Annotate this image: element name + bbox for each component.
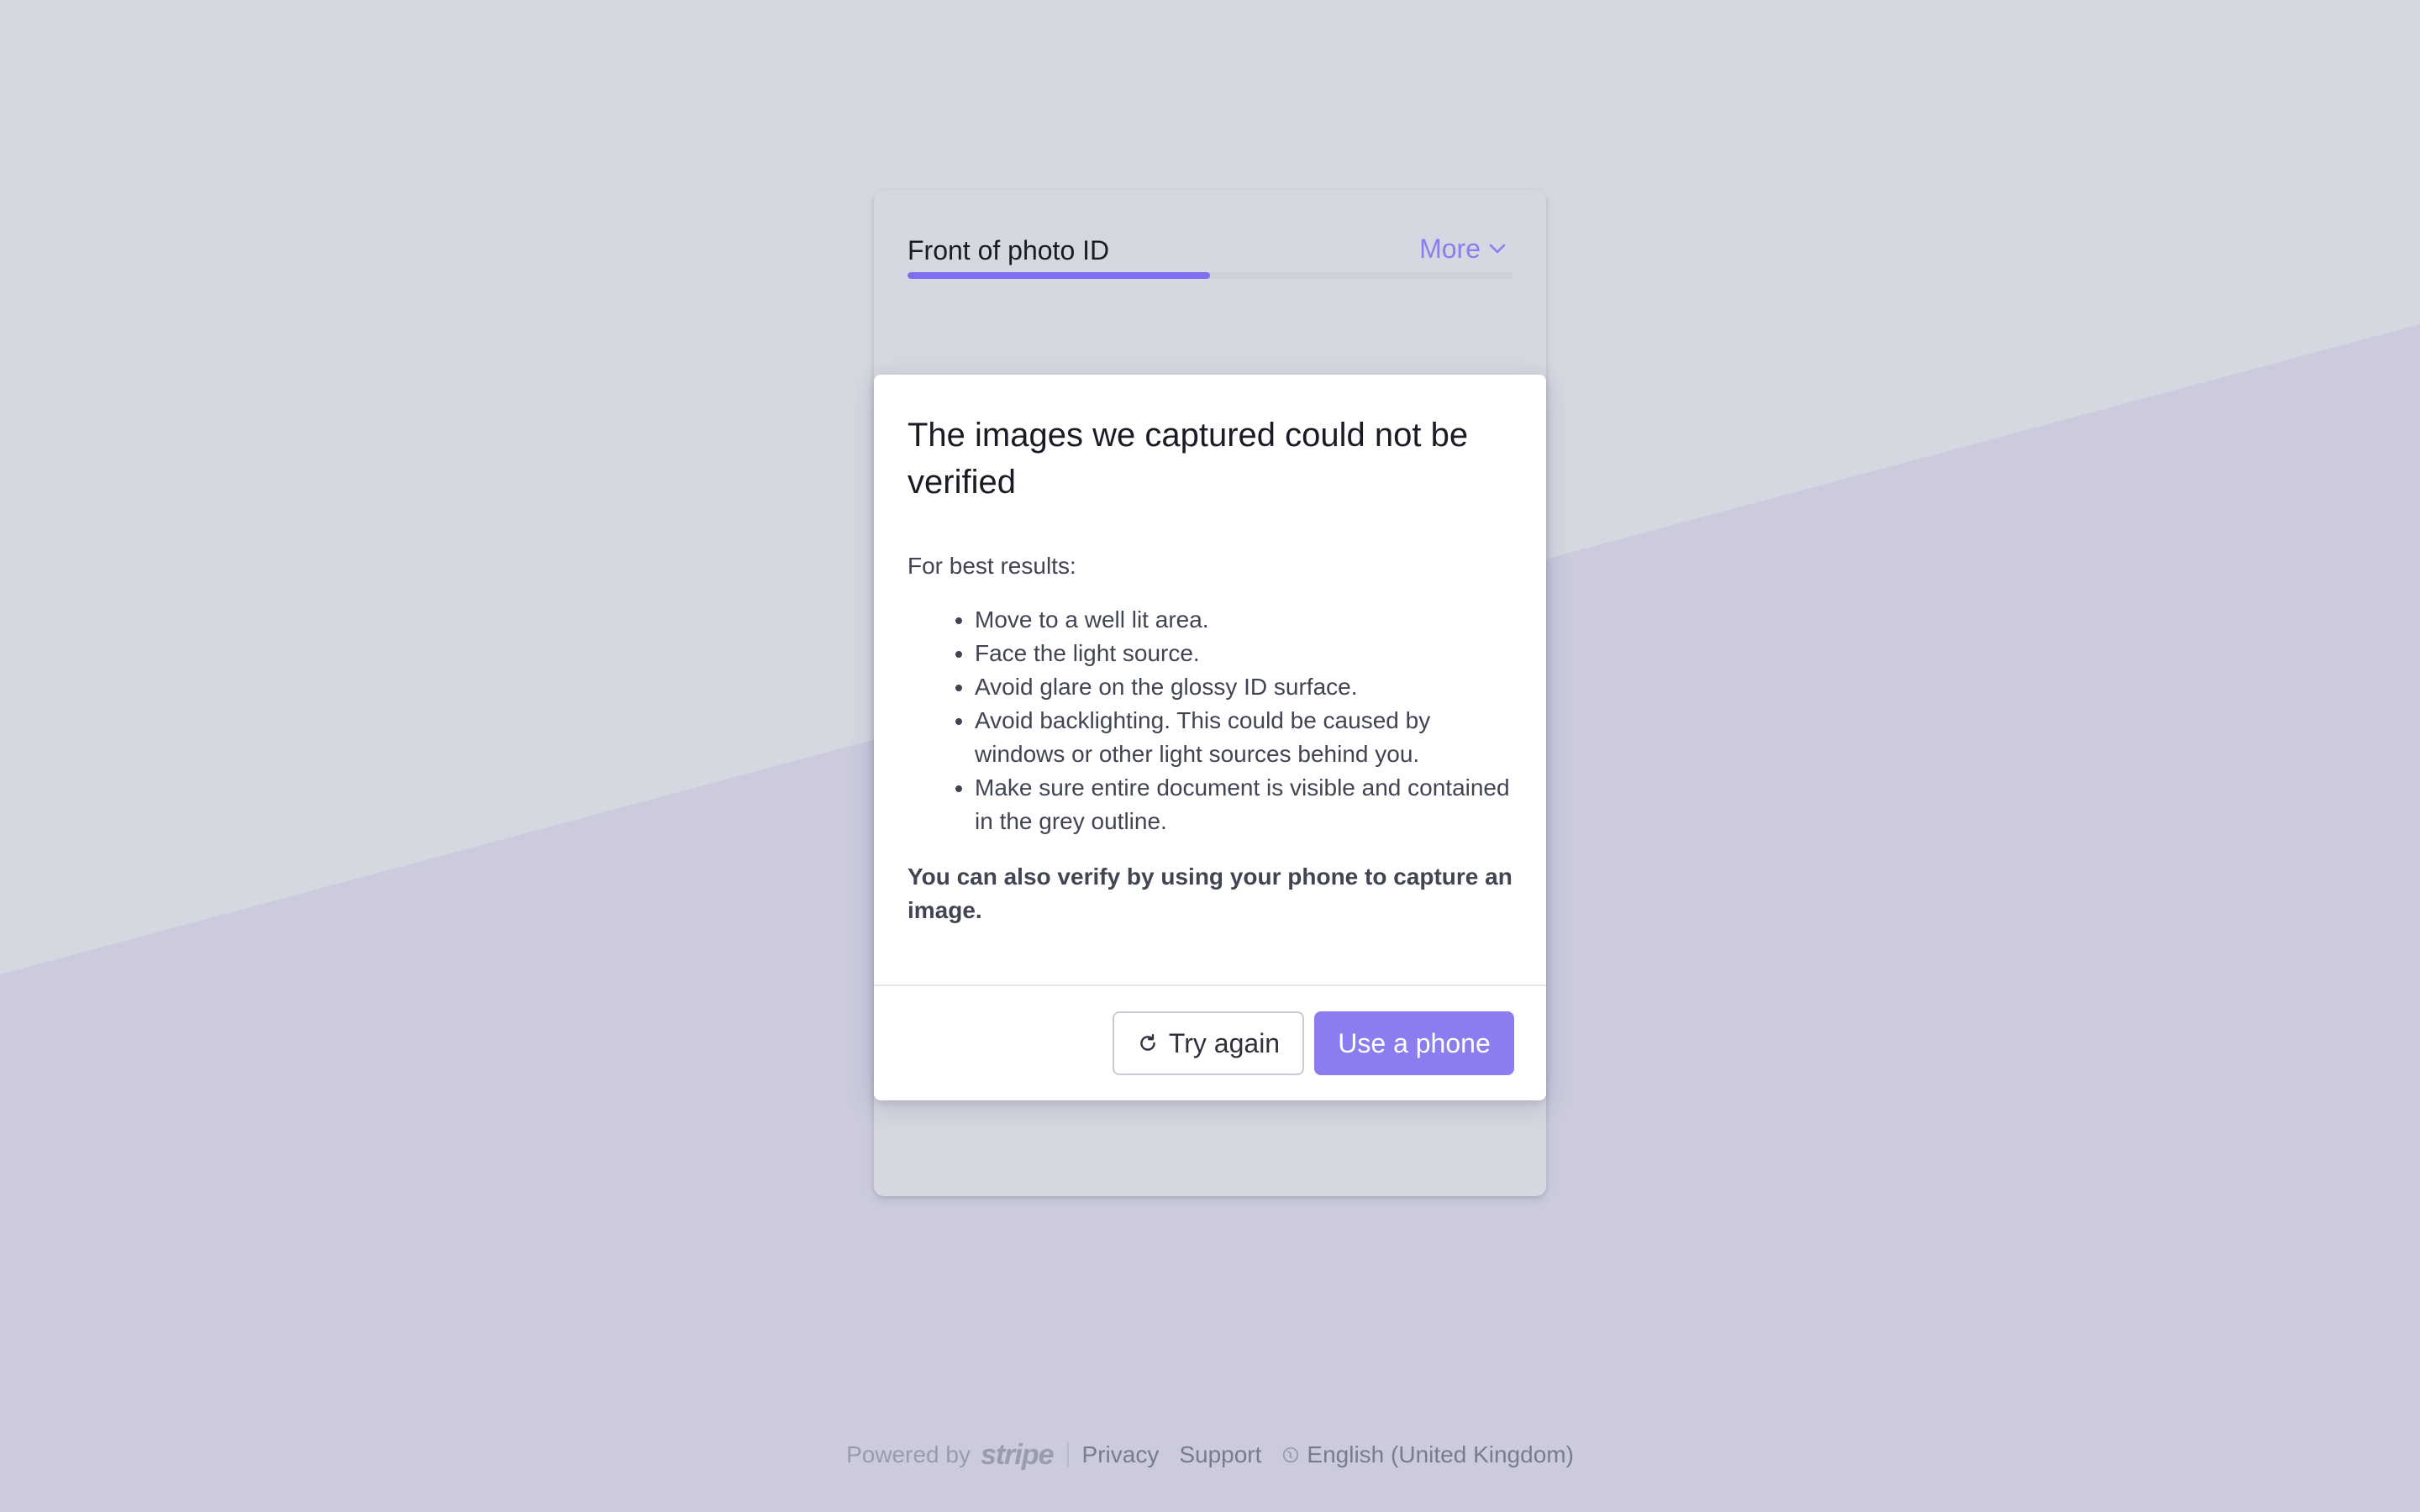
dialog-intro: For best results: [908, 553, 1076, 579]
more-label: More [1419, 234, 1481, 264]
chevron-down-icon [1489, 244, 1506, 254]
progress-bar [908, 272, 1512, 279]
tip-item: Avoid glare on the glossy ID surface. [975, 670, 1512, 704]
footer: Powered by stripe Privacy Support Englis… [0, 1438, 2420, 1472]
dialog-actions: Try again Use a phone [1113, 1011, 1514, 1075]
try-again-button[interactable]: Try again [1113, 1011, 1304, 1075]
refresh-icon [1140, 1034, 1155, 1051]
tip-item: Avoid backlighting. This could be caused… [975, 704, 1512, 771]
dialog-heading: The images we captured could not be veri… [908, 417, 1469, 501]
tip-item: Make sure entire document is visible and… [975, 771, 1512, 838]
tip-item: Face the light source. [975, 637, 1512, 670]
page-title: Front of photo ID [908, 235, 1110, 265]
privacy-link[interactable]: Privacy [1082, 1438, 1160, 1472]
language-selector[interactable]: English (United Kingdom) [1281, 1438, 1574, 1472]
stripe-logo[interactable]: stripe [981, 1438, 1055, 1472]
progress-fill [908, 272, 1210, 279]
more-menu-button[interactable]: More [1419, 232, 1507, 265]
footer-divider [1066, 1442, 1069, 1467]
try-again-label: Try again [1168, 1027, 1281, 1058]
error-dialog: The images we captured could not be veri… [874, 375, 1546, 1100]
support-link[interactable]: Support [1179, 1438, 1261, 1472]
phone-alternative-text: You can also verify by using your phone … [908, 864, 1512, 923]
use-phone-label: Use a phone [1338, 1027, 1491, 1058]
dialog-body: The images we captured could not be veri… [908, 412, 1512, 927]
language-label: English (United Kingdom) [1307, 1441, 1574, 1467]
tips-list: Move to a well lit area. Face the light … [908, 603, 1512, 838]
powered-by-text: Powered by [846, 1441, 971, 1467]
dialog-divider [874, 984, 1546, 986]
card-header: Front of photo ID More [908, 213, 1512, 265]
tip-item: Move to a well lit area. [975, 603, 1512, 637]
globe-icon [1283, 1446, 1299, 1463]
use-phone-button[interactable]: Use a phone [1314, 1011, 1514, 1075]
